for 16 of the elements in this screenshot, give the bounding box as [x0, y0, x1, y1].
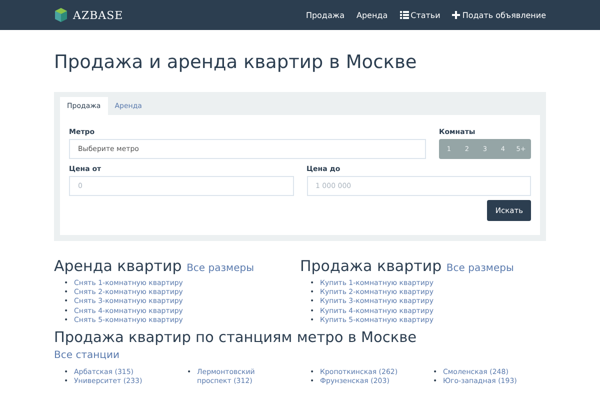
nav-link[interactable]: Продажа: [306, 10, 344, 20]
all-link[interactable]: Все размеры: [446, 263, 514, 274]
nav-link[interactable]: Аренда: [356, 10, 388, 20]
section-title: Аренда квартир: [54, 257, 182, 275]
list-icon: [400, 11, 409, 19]
all-link[interactable]: Все станции: [54, 347, 120, 366]
cube-logo-icon: [54, 7, 68, 23]
brand-name: AZBASE: [73, 8, 124, 22]
plus-icon: [452, 11, 460, 19]
section-title: Продажа квартир: [300, 257, 442, 275]
page-title: Продажа и аренда квартир в Москве: [54, 51, 418, 75]
nav-link[interactable]: Подать объявление: [452, 10, 546, 20]
all-link[interactable]: Все размеры: [186, 263, 254, 274]
nav-link[interactable]: Статьи: [400, 10, 440, 20]
brand-link[interactable]: AZBASE: [54, 7, 124, 23]
section-title: Продажа квартир по станциям метро в Москве: [54, 329, 417, 348]
